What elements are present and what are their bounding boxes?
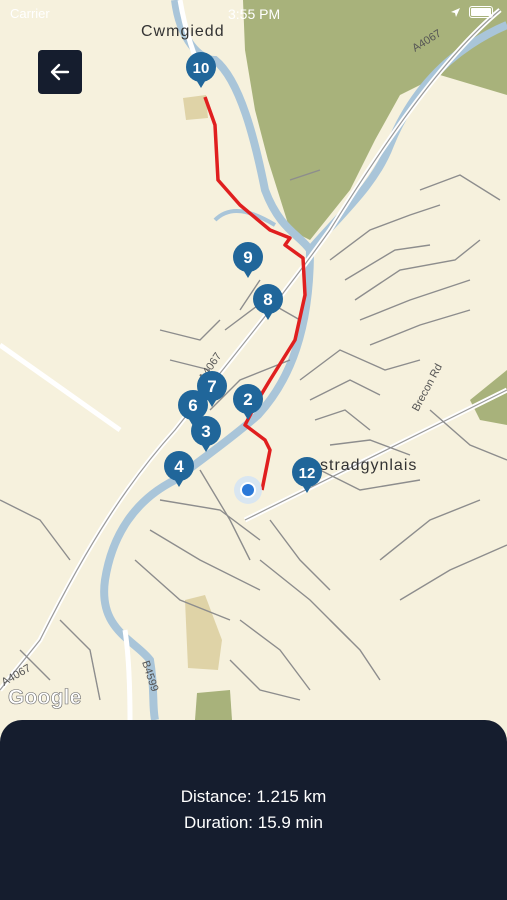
map-marker-label: 10	[193, 60, 210, 77]
map-marker-label: 6	[188, 396, 197, 415]
map-marker-label: 4	[174, 457, 184, 476]
carrier-label: Carrier	[10, 6, 50, 21]
back-button[interactable]	[38, 50, 82, 94]
place-label: stradgynlais	[320, 457, 417, 474]
map-view[interactable]: Cwmgiedd stradgynlais A4067 A4067 A4067 …	[0, 0, 507, 720]
status-icons	[450, 6, 493, 18]
map-marker-label: 9	[243, 248, 252, 267]
distance-label: Distance: 1.215 km	[180, 787, 327, 806]
battery-icon	[469, 6, 493, 18]
map-marker-label: 7	[207, 377, 216, 396]
forest-area	[195, 690, 232, 720]
map-marker-label: 12	[299, 465, 316, 482]
arrow-left-icon	[50, 63, 70, 81]
current-location-dot	[240, 482, 256, 498]
google-logo: Google	[8, 686, 82, 710]
duration-label: Duration: 15.9 min	[184, 813, 323, 832]
route-summary-panel: Distance: 1.215 km Duration: 15.9 min	[0, 720, 507, 900]
location-arrow-icon	[451, 7, 460, 17]
map-marker-label: 8	[263, 290, 272, 309]
map-marker-label: 2	[243, 390, 252, 409]
map-marker-label: 3	[201, 422, 210, 441]
status-bar: Carrier 3:55 PM	[0, 0, 507, 30]
clock: 3:55 PM	[228, 6, 281, 22]
